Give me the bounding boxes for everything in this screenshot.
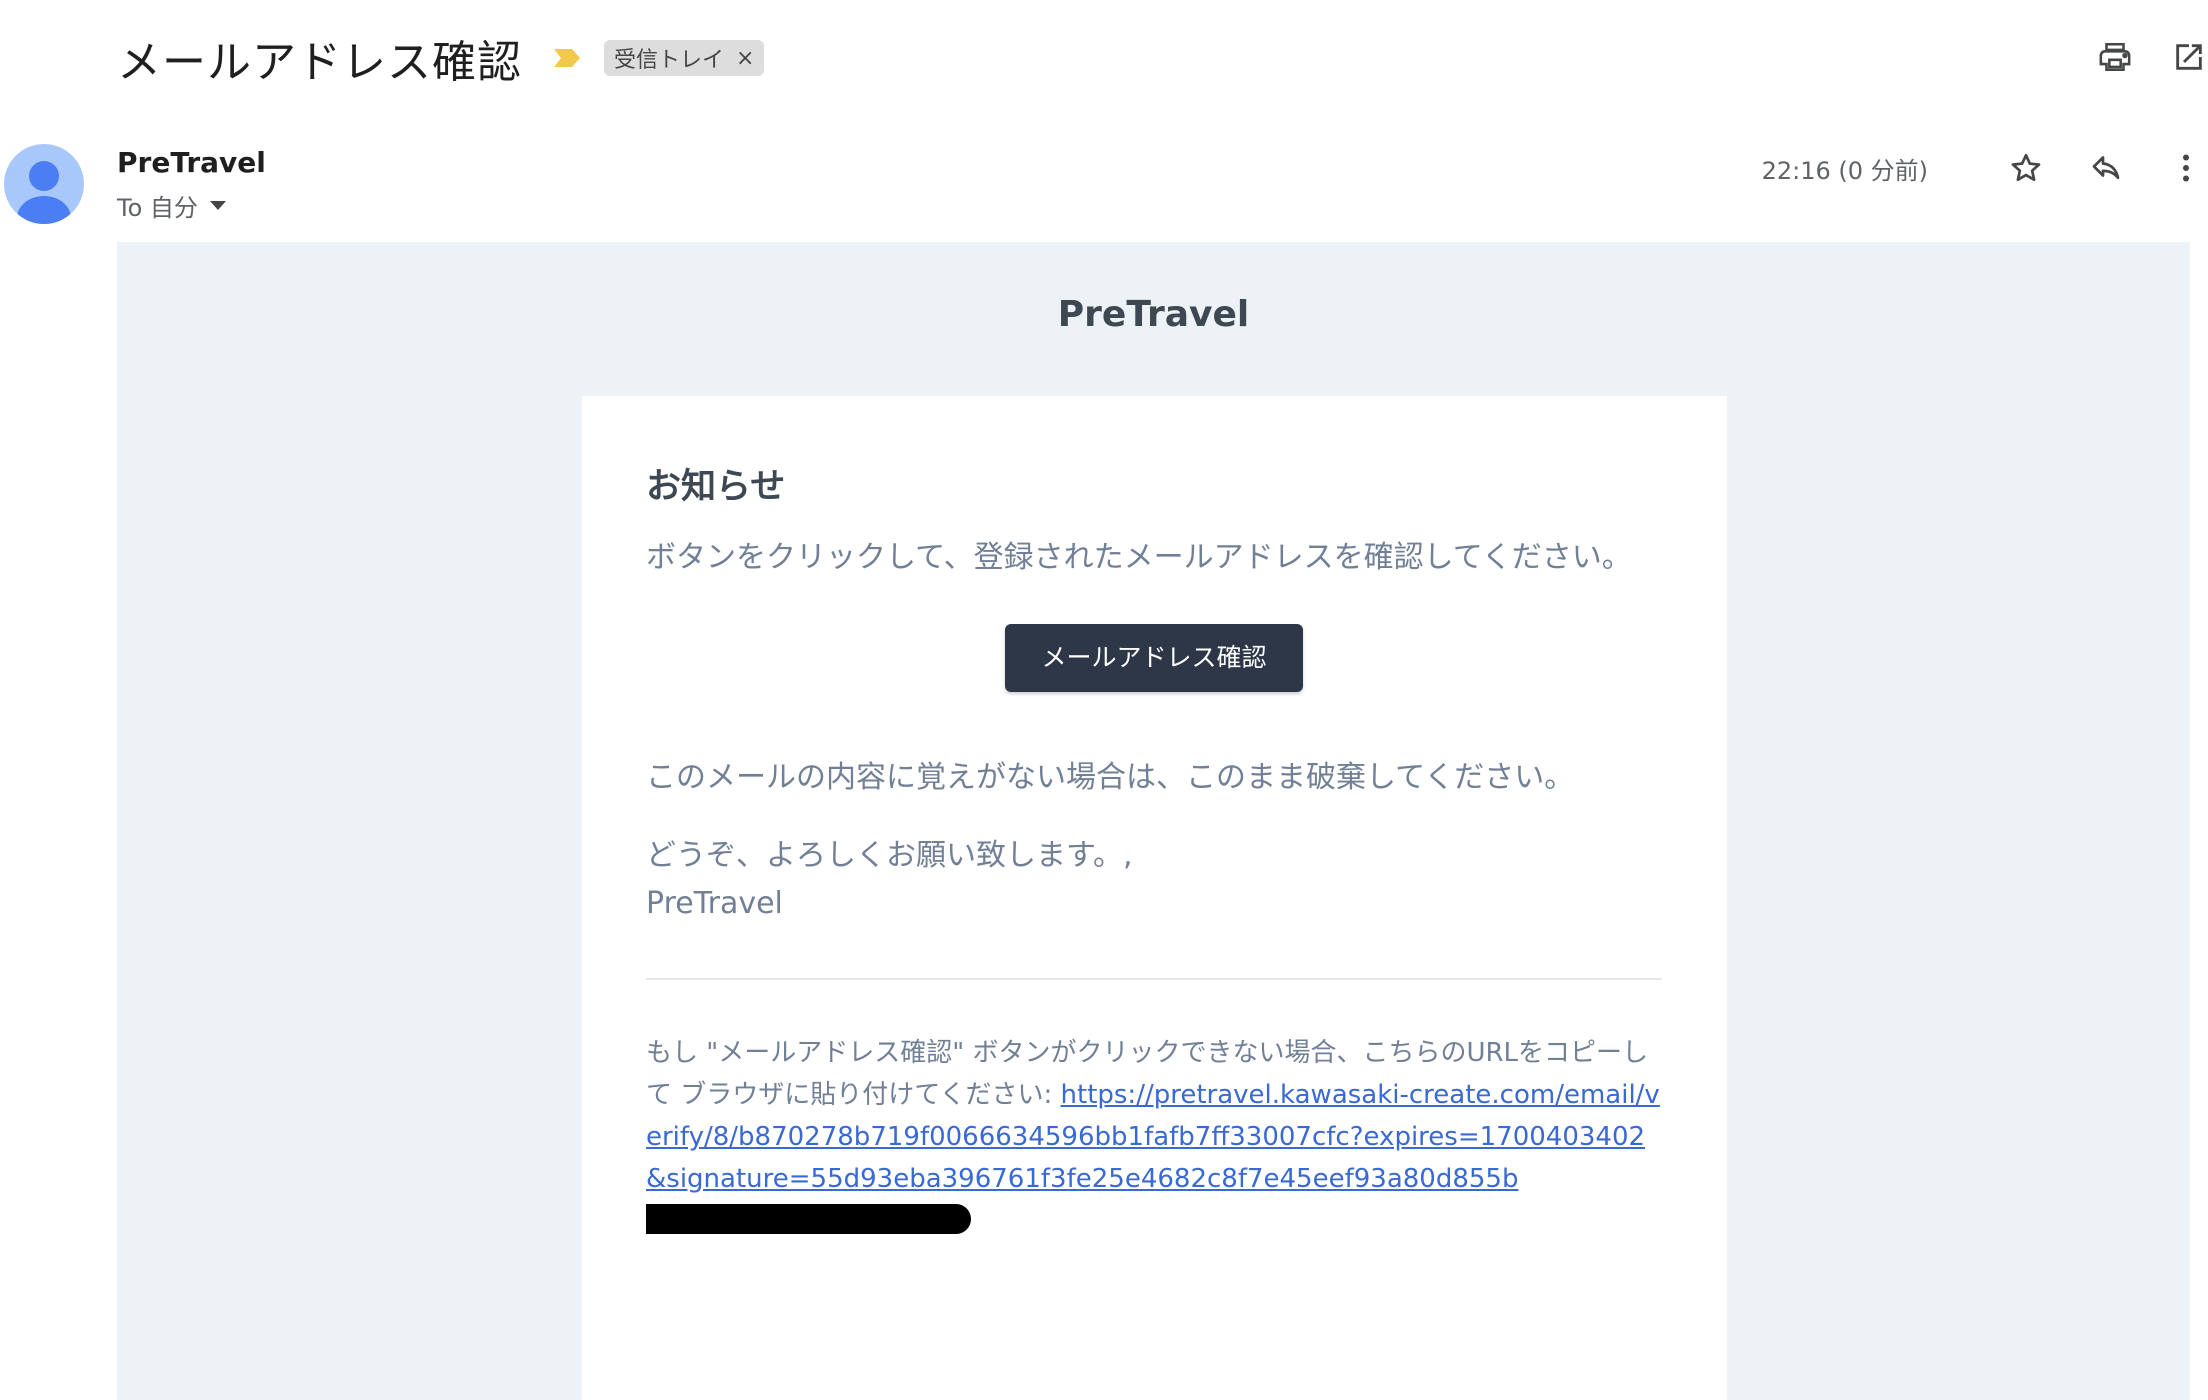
recipient-text: To 自分 xyxy=(117,194,198,222)
message-meta: 22:16 (0 分前) xyxy=(1762,146,2208,190)
fallback-link-text: もし "メールアドレス確認" ボタンがクリックできない場合、こちらのURLをコピ… xyxy=(646,1032,1662,1200)
label-chip-inbox[interactable]: 受信トレイ × xyxy=(604,40,765,76)
verify-button-wrapper: メールアドレス確認 xyxy=(646,624,1662,694)
email-content-card: お知らせ ボタンをクリックして、登録されたメールアドレスを確認してください。 メ… xyxy=(582,396,1727,1400)
sender-avatar[interactable] xyxy=(4,144,84,224)
email-content-inner: お知らせ ボタンをクリックして、登録されたメールアドレスを確認してください。 メ… xyxy=(646,458,1662,1234)
email-heading: お知らせ xyxy=(646,467,786,507)
divider xyxy=(646,978,1662,980)
timestamp: 22:16 (0 分前) xyxy=(1761,156,1928,185)
subject-title: メールアドレス確認 xyxy=(117,37,522,88)
email-intro-text: ボタンをクリックして、登録されたメールアドレスを確認してください。 xyxy=(646,540,1632,575)
email-body: PreTravel お知らせ ボタンをクリックして、登録されたメールアドレスを確… xyxy=(117,242,2190,1400)
gmail-message-view: メールアドレス確認 受信トレイ × PreTravel To 自分 22:16 … xyxy=(0,0,2208,1400)
subject-row: メールアドレス確認 受信トレイ × xyxy=(117,28,765,88)
top-actions xyxy=(2096,38,2208,76)
print-icon[interactable] xyxy=(2096,38,2134,76)
signature-text: PreTravel xyxy=(646,886,783,921)
label-chip-text: 受信トレイ xyxy=(614,48,725,73)
remove-label-button[interactable]: × xyxy=(736,46,754,71)
email-brand-header[interactable]: PreTravel xyxy=(117,294,2190,335)
closing-text: どうぞ、よろしくお願い致します。, xyxy=(646,838,1133,873)
open-in-new-window-icon[interactable] xyxy=(2170,38,2208,76)
reply-icon[interactable] xyxy=(2084,146,2128,190)
star-icon[interactable] xyxy=(2004,146,2048,190)
sender-name[interactable]: PreTravel xyxy=(117,146,266,179)
chevron-down-icon xyxy=(209,201,226,210)
more-vert-icon[interactable] xyxy=(2164,146,2208,190)
recipient-details-toggle[interactable]: To 自分 xyxy=(117,188,226,223)
verify-email-button[interactable]: メールアドレス確認 xyxy=(1005,624,1303,692)
ignore-notice-text: このメールの内容に覚えがない場合は、このまま破棄してください。 xyxy=(646,760,1575,795)
redaction-bar xyxy=(646,1204,971,1234)
importance-marker-icon[interactable] xyxy=(552,47,582,69)
